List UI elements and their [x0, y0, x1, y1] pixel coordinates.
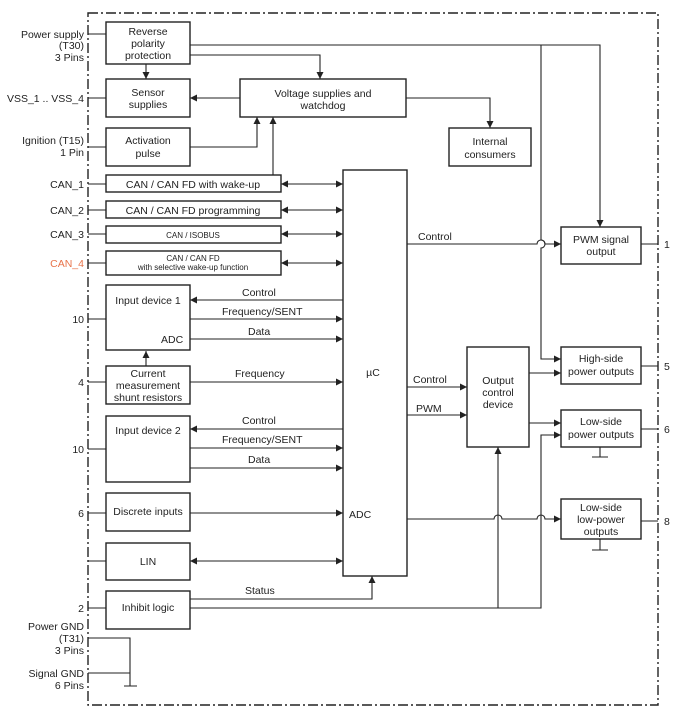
label-pwm: PWM [416, 403, 442, 415]
svg-text:Internal: Internal [472, 136, 507, 148]
block-output-control-device: Output control device [466, 346, 530, 448]
svg-text:device: device [483, 399, 514, 411]
svg-text:CAN_4: CAN_4 [50, 258, 84, 270]
svg-text:CAN_2: CAN_2 [50, 205, 84, 217]
svg-text:Reverse: Reverse [128, 26, 167, 38]
svg-text:6: 6 [78, 508, 84, 520]
block-discrete-inputs: Discrete inputs [105, 492, 191, 532]
label-control-pwm: Control [418, 231, 452, 243]
svg-text:CAN_1: CAN_1 [50, 179, 84, 191]
label-status: Status [245, 585, 275, 597]
block-voltage-supplies: Voltage supplies and watchdog [239, 78, 407, 118]
svg-text:4: 4 [78, 377, 84, 389]
svg-text:5: 5 [664, 361, 670, 373]
label-control-out: Control [413, 374, 447, 386]
block-input-device-2: Input device 2 [105, 415, 191, 483]
block-high-side-outputs: High-side power outputs [560, 346, 642, 385]
svg-text:Current: Current [130, 368, 165, 380]
svg-text:CAN / CAN FD with wake-up: CAN / CAN FD with wake-up [126, 179, 260, 191]
block-inhibit-logic: Inhibit logic [105, 590, 191, 630]
label-control-2: Control [242, 415, 276, 427]
svg-text:PWM signal: PWM signal [573, 234, 629, 246]
svg-text:1 Pin: 1 Pin [60, 147, 84, 159]
svg-text:CAN / CAN FD: CAN / CAN FD [166, 254, 220, 263]
block-reverse-polarity: Reverse polarity protection [105, 21, 191, 65]
block-can3: CAN / ISOBUS [105, 225, 282, 244]
block-pwm-signal-output: PWM signal output [560, 226, 642, 265]
block-diagram: Reverse polarity protection Sensor suppl… [7, 12, 670, 706]
svg-text:control: control [482, 387, 514, 399]
svg-text:LIN: LIN [140, 556, 156, 568]
block-lin: LIN [105, 542, 191, 581]
svg-text:power outputs: power outputs [568, 366, 634, 378]
svg-text:High-side: High-side [579, 353, 624, 365]
block-microcontroller: µC ADC [342, 169, 408, 577]
svg-text:µC: µC [366, 367, 380, 379]
svg-text:Signal GND: Signal GND [29, 668, 85, 680]
svg-text:low-power: low-power [577, 514, 625, 526]
svg-text:10: 10 [72, 314, 84, 326]
svg-text:consumers: consumers [464, 149, 515, 161]
svg-text:2: 2 [78, 603, 84, 615]
block-input-device-1: Input device 1 ADC [105, 284, 191, 351]
svg-text:6 Pins: 6 Pins [55, 680, 84, 692]
label-freq-sent-2: Frequency/SENT [222, 434, 303, 446]
svg-text:3 Pins: 3 Pins [55, 52, 84, 64]
svg-text:ADC: ADC [349, 509, 372, 521]
svg-text:output: output [586, 246, 615, 258]
svg-text:supplies: supplies [129, 99, 168, 111]
svg-text:Input device 1: Input device 1 [115, 295, 181, 307]
svg-text:shunt resistors: shunt resistors [114, 392, 182, 404]
block-can4: CAN / CAN FD with selective wake-up func… [105, 250, 282, 276]
block-current-measurement: Current measurement shunt resistors [105, 365, 191, 405]
svg-text:CAN_3: CAN_3 [50, 229, 84, 241]
svg-text:Power GND: Power GND [28, 621, 84, 633]
label-freq-sent-1: Frequency/SENT [222, 306, 303, 318]
svg-text:measurement: measurement [116, 380, 180, 392]
svg-text:Input device 2: Input device 2 [115, 425, 181, 437]
svg-text:Inhibit logic: Inhibit logic [122, 602, 175, 614]
block-activation-pulse: Activation pulse [105, 127, 191, 167]
svg-text:ADC: ADC [161, 334, 184, 346]
svg-text:power outputs: power outputs [568, 429, 634, 441]
svg-text:(T30): (T30) [59, 40, 84, 52]
label-data-2: Data [248, 454, 270, 466]
svg-text:CAN / ISOBUS: CAN / ISOBUS [166, 231, 220, 240]
svg-text:8: 8 [664, 516, 670, 528]
svg-text:Low-side: Low-side [580, 416, 622, 428]
svg-text:6: 6 [664, 424, 670, 436]
signal-labels: Control Control Frequency/SENT Data Freq… [222, 231, 452, 597]
block-can1: CAN / CAN FD with wake-up [105, 174, 282, 193]
svg-text:Discrete inputs: Discrete inputs [113, 506, 182, 518]
right-pin-labels: 1 5 6 8 [664, 239, 670, 528]
svg-text:Ignition (T15): Ignition (T15) [22, 135, 84, 147]
svg-text:Sensor: Sensor [131, 87, 165, 99]
svg-text:watchdog: watchdog [300, 100, 346, 112]
block-low-power-outputs: Low-side low-power outputs [560, 498, 642, 540]
svg-text:VSS_1 .. VSS_4: VSS_1 .. VSS_4 [7, 93, 84, 105]
svg-text:3 Pins: 3 Pins [55, 645, 84, 657]
label-frequency: Frequency [235, 368, 285, 380]
svg-text:10: 10 [72, 444, 84, 456]
svg-text:Low-side: Low-side [580, 502, 622, 514]
block-sensor-supplies: Sensor supplies [105, 78, 191, 118]
svg-text:1: 1 [664, 239, 670, 251]
block-low-side-outputs: Low-side power outputs [560, 409, 642, 448]
svg-text:outputs: outputs [584, 526, 618, 538]
block-can2: CAN / CAN FD programming [105, 200, 282, 219]
label-data-1: Data [248, 326, 270, 338]
svg-text:(T31): (T31) [59, 633, 84, 645]
svg-text:polarity: polarity [131, 38, 166, 50]
left-pin-labels: Power supply (T30) 3 Pins VSS_1 .. VSS_4… [7, 29, 85, 692]
svg-text:with selective wake-up functio: with selective wake-up function [137, 263, 248, 272]
block-internal-consumers: Internal consumers [448, 127, 532, 167]
svg-text:Activation: Activation [125, 135, 171, 147]
label-control-1: Control [242, 287, 276, 299]
svg-text:protection: protection [125, 50, 171, 62]
svg-text:Voltage supplies and: Voltage supplies and [275, 88, 372, 100]
svg-text:Output: Output [482, 375, 514, 387]
svg-text:CAN / CAN FD programming: CAN / CAN FD programming [126, 205, 261, 217]
svg-text:pulse: pulse [135, 148, 160, 160]
